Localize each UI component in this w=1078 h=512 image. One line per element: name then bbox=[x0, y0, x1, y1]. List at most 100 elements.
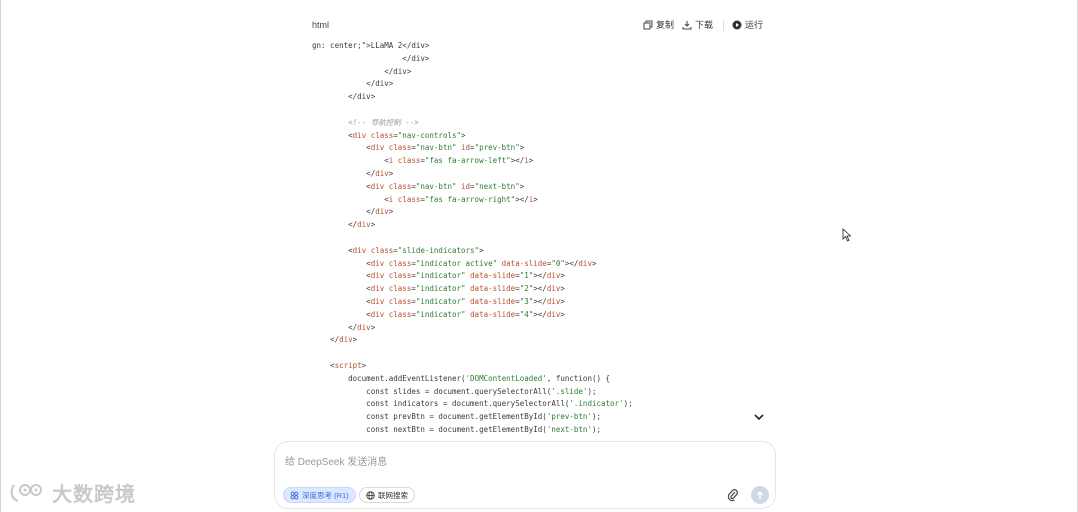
code-token: "1" bbox=[519, 271, 534, 281]
code-token: ></ bbox=[515, 194, 529, 204]
code-token: const indicators = document.querySelecto… bbox=[312, 399, 570, 409]
code-token: > bbox=[479, 245, 484, 255]
code-token: > bbox=[560, 271, 565, 281]
code-token: > bbox=[361, 360, 367, 370]
code-token: div bbox=[578, 258, 592, 268]
code-line: gn: center;">LLaMA 2</div> bbox=[312, 40, 772, 53]
code-token: < bbox=[312, 130, 353, 140]
code-token: data-slide bbox=[470, 271, 516, 281]
code-token: "indicator" bbox=[415, 309, 466, 319]
code-language-label: html bbox=[312, 20, 330, 30]
code-line: </div> bbox=[312, 91, 772, 104]
code-token: data-slide bbox=[470, 309, 516, 319]
code-token: , function() { bbox=[546, 373, 611, 383]
code-line: const prevBtn = document.getElementById(… bbox=[312, 411, 772, 424]
chevron-down-icon[interactable] bbox=[752, 410, 766, 424]
code-token: class bbox=[388, 296, 412, 306]
message-input-box[interactable]: 给 DeepSeek 发送消息 深度思考 (R1) 联网搜索 bbox=[274, 441, 776, 509]
code-token: div bbox=[546, 284, 561, 294]
code-token: ); bbox=[587, 386, 597, 396]
code-token: "slide-indicators" bbox=[397, 245, 480, 255]
paperclip-icon[interactable] bbox=[727, 488, 739, 502]
code-token: "2" bbox=[519, 284, 534, 294]
deep-think-icon bbox=[290, 491, 299, 499]
code-token: document.addEventListener( bbox=[312, 373, 466, 383]
code-token: 'DOMContentLoaded' bbox=[465, 373, 547, 383]
send-button[interactable] bbox=[751, 486, 769, 504]
code-token: div bbox=[352, 130, 367, 140]
copy-button[interactable]: 复制 bbox=[643, 18, 674, 31]
code-line: <div class="indicator active" data-slide… bbox=[312, 258, 772, 271]
code-token: > bbox=[461, 130, 466, 140]
code-line: </div> bbox=[312, 334, 772, 347]
code-token: '.slide' bbox=[551, 386, 588, 396]
code-line: <i class="fas fa-arrow-right"></i> bbox=[312, 194, 772, 207]
code-token: div bbox=[339, 335, 353, 345]
code-token: ); bbox=[591, 424, 601, 434]
code-token: < bbox=[312, 296, 371, 306]
code-token: ></ bbox=[510, 156, 525, 166]
code-token: div bbox=[546, 309, 561, 319]
code-token: > bbox=[352, 335, 358, 345]
code-token: > bbox=[519, 143, 525, 153]
code-token: "3" bbox=[519, 296, 534, 306]
code-token: "fas fa-arrow-left" bbox=[424, 156, 511, 166]
download-icon bbox=[682, 20, 692, 29]
message-input[interactable]: 给 DeepSeek 发送消息 bbox=[285, 453, 387, 468]
code-token: "indicator" bbox=[415, 271, 466, 281]
code-token: class bbox=[388, 284, 412, 294]
code-token: ); bbox=[591, 412, 601, 422]
code-token: < bbox=[312, 156, 389, 166]
code-token: "nav-btn" bbox=[415, 143, 457, 153]
watermark-text: 大数跨境 bbox=[52, 482, 136, 506]
code-token: </ bbox=[312, 220, 358, 230]
code-token: div bbox=[375, 168, 389, 178]
code-token: "nav-controls" bbox=[397, 130, 462, 140]
code-token: div bbox=[375, 207, 389, 217]
code-token: "indicator active" bbox=[415, 258, 498, 268]
code-line: <div class="nav-controls"> bbox=[312, 130, 772, 143]
code-block-header: html 复制 下载 运行 bbox=[274, 14, 776, 36]
code-line: <div class="indicator" data-slide="1"></… bbox=[312, 270, 772, 283]
code-line: </div> bbox=[312, 219, 772, 232]
code-token: div bbox=[357, 322, 371, 332]
code-token: < bbox=[312, 271, 371, 281]
run-button[interactable]: 运行 bbox=[732, 18, 763, 31]
code-token: > bbox=[560, 284, 565, 294]
code-token: class bbox=[388, 143, 412, 153]
code-token: class bbox=[370, 130, 394, 140]
code-line: <!-- 导航控制 --> bbox=[312, 117, 772, 130]
code-token: class bbox=[397, 194, 421, 204]
code-token: > bbox=[388, 207, 394, 217]
code-token: > bbox=[370, 322, 376, 332]
code-line: <i class="fas fa-arrow-left"></i> bbox=[312, 155, 772, 168]
code-token: div bbox=[370, 143, 385, 153]
code-token: const prevBtn = document.getElementById( bbox=[312, 412, 547, 422]
code-token: < bbox=[312, 181, 371, 191]
web-search-toggle[interactable]: 联网搜索 bbox=[359, 487, 415, 503]
code-token: "next-btn" bbox=[474, 181, 520, 191]
code-token: div bbox=[357, 220, 371, 230]
code-token: div bbox=[370, 258, 385, 268]
code-line: const indicators = document.querySelecto… bbox=[312, 398, 772, 411]
deep-think-label: 深度思考 (R1) bbox=[302, 490, 349, 500]
code-token: class bbox=[388, 181, 412, 191]
code-token: < bbox=[312, 194, 389, 204]
download-button[interactable]: 下载 bbox=[682, 18, 713, 31]
code-token: id bbox=[461, 143, 471, 153]
deep-think-toggle[interactable]: 深度思考 (R1) bbox=[283, 487, 356, 503]
code-token: gn: center;">LLaMA 2</div> bbox=[312, 41, 430, 50]
code-token: </div> bbox=[312, 53, 430, 63]
code-line: <div class="indicator" data-slide="2"></… bbox=[312, 283, 772, 296]
mouse-cursor-icon bbox=[842, 228, 852, 242]
copy-label: 复制 bbox=[656, 20, 675, 30]
code-token: </ bbox=[312, 207, 376, 217]
code-token: class bbox=[388, 271, 412, 281]
play-icon bbox=[732, 20, 742, 29]
code-token: id bbox=[461, 181, 471, 191]
code-token: const slides = document.querySelectorAll… bbox=[312, 386, 552, 396]
code-token: div bbox=[352, 245, 367, 255]
code-token: const nextBtn = document.getElementById( bbox=[312, 424, 547, 434]
code-token: > bbox=[591, 258, 597, 268]
